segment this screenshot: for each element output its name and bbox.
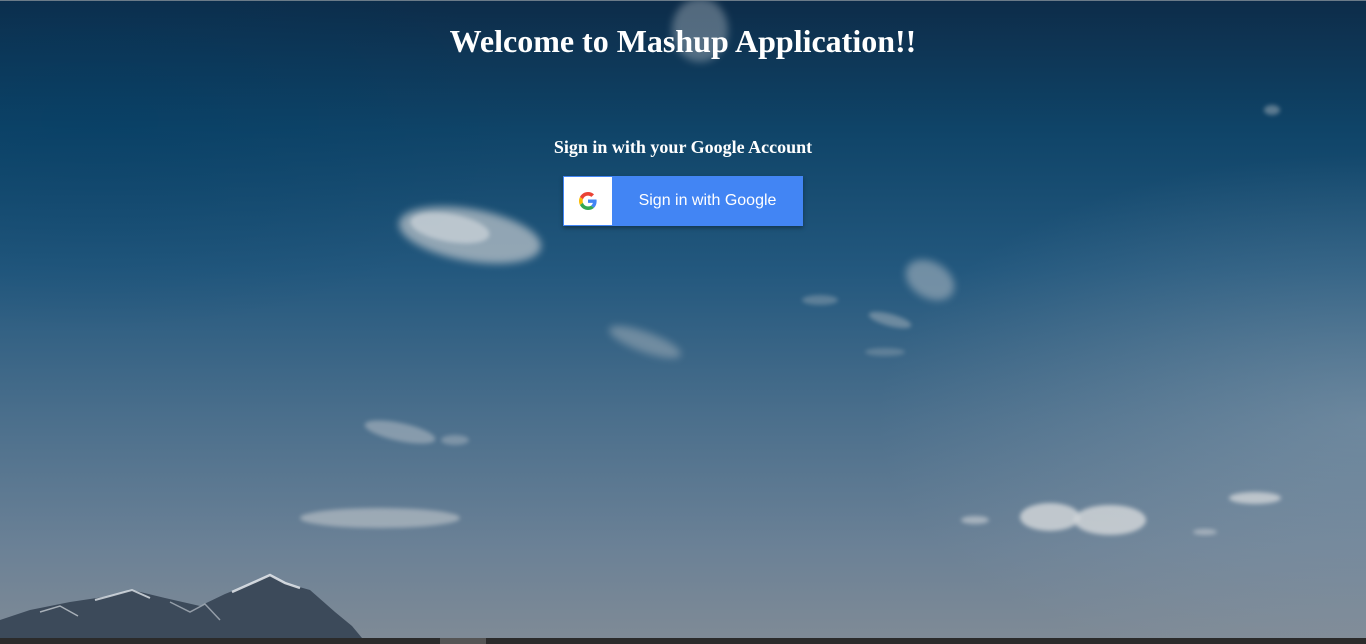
signin-instruction: Sign in with your Google Account xyxy=(553,137,813,157)
mountains xyxy=(0,573,362,638)
page-title: Welcome to Mashup Application!! xyxy=(449,23,917,59)
clouds xyxy=(300,0,1281,535)
google-signin-button[interactable]: Sign in with Google xyxy=(563,176,803,226)
google-logo-box xyxy=(564,177,612,225)
taskbar-strip xyxy=(0,638,1366,644)
landscape-background xyxy=(0,0,1281,638)
google-signin-label: Sign in with Google xyxy=(638,192,777,209)
top-border xyxy=(0,0,1366,1)
google-g-icon xyxy=(579,192,597,210)
taskbar-segment xyxy=(440,638,486,644)
